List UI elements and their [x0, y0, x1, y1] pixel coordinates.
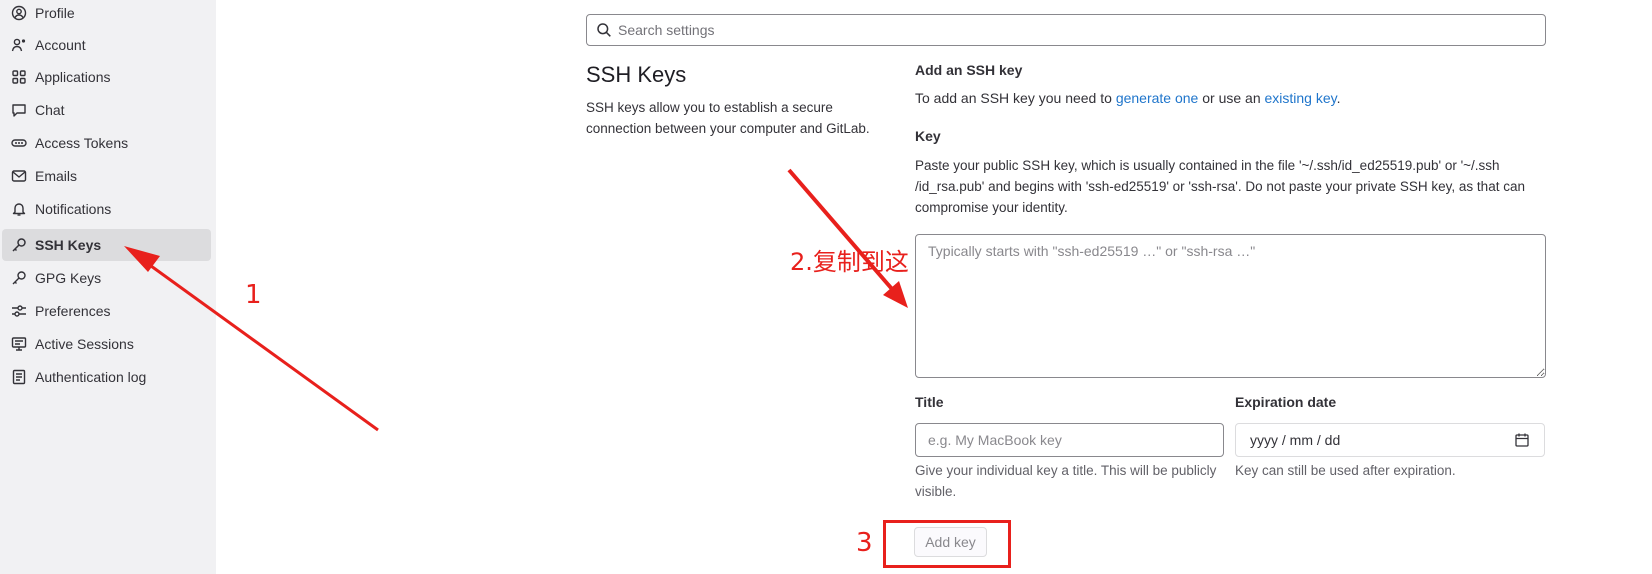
- add-text-part: To add an SSH key you need to: [915, 90, 1116, 106]
- title-help-text: Give your individual key a title. This w…: [915, 463, 1217, 499]
- monitor-icon: [11, 336, 27, 352]
- sidebar-item-applications[interactable]: Applications: [2, 61, 211, 93]
- key-label: Key: [915, 128, 941, 144]
- search-icon: [597, 23, 611, 37]
- key-textarea[interactable]: [915, 234, 1546, 378]
- bell-icon: [11, 201, 27, 217]
- title-label: Title: [915, 394, 944, 410]
- sidebar-item-profile[interactable]: Profile: [2, 0, 211, 29]
- account-icon: [11, 37, 27, 53]
- add-ssh-key-text: To add an SSH key you need to generate o…: [915, 90, 1341, 106]
- annotation-highlight-box: [883, 520, 1011, 568]
- sidebar-item-label: Chat: [35, 102, 65, 118]
- sidebar-item-active-sessions[interactable]: Active Sessions: [2, 328, 211, 360]
- sidebar-item-ssh-keys[interactable]: SSH Keys: [2, 229, 211, 261]
- calendar-icon[interactable]: [1514, 432, 1530, 448]
- sidebar-item-notifications[interactable]: Notifications: [2, 193, 211, 225]
- expiration-date-value: yyyy / mm / dd: [1250, 432, 1341, 448]
- chat-icon: [11, 102, 27, 118]
- arrow-step-2: [787, 168, 908, 308]
- expiration-label: Expiration date: [1235, 394, 1337, 410]
- sidebar-item-label: SSH Keys: [35, 237, 102, 253]
- sidebar-item-chat[interactable]: Chat: [2, 94, 211, 126]
- annotation-step-2: 2.复制到这: [790, 248, 909, 276]
- add-ssh-key-heading: Add an SSH key: [915, 62, 1023, 78]
- sidebar-item-label: Authentication log: [35, 369, 147, 385]
- sidebar-item-label: Applications: [35, 69, 111, 85]
- key-icon: [11, 237, 27, 253]
- title-input[interactable]: [915, 423, 1224, 457]
- sidebar-item-label: Active Sessions: [35, 336, 134, 352]
- sidebar-item-emails[interactable]: Emails: [2, 160, 211, 192]
- section-description: SSH keys allow you to establish a secure…: [586, 100, 870, 136]
- key-icon: [11, 270, 27, 286]
- section-title: SSH Keys: [586, 62, 687, 87]
- token-icon: [11, 135, 27, 151]
- sidebar-item-label: GPG Keys: [35, 270, 102, 286]
- search-input[interactable]: [618, 22, 1518, 38]
- sidebar-item-label: Account: [35, 37, 86, 53]
- search-settings[interactable]: [586, 14, 1546, 46]
- sidebar-item-preferences[interactable]: Preferences: [2, 295, 211, 327]
- log-icon: [11, 369, 27, 385]
- key-help-text: Paste your public SSH key, which is usua…: [915, 158, 1525, 215]
- annotation-step-3: 3: [856, 528, 873, 558]
- expiration-date-input[interactable]: yyyy / mm / dd: [1235, 423, 1545, 457]
- generate-one-link[interactable]: generate one: [1116, 90, 1199, 106]
- preferences-icon: [11, 303, 27, 319]
- expiration-help-text: Key can still be used after expiration.: [1235, 463, 1456, 478]
- sidebar-item-label: Profile: [35, 5, 75, 21]
- sidebar-item-label: Preferences: [35, 303, 111, 319]
- sidebar-item-label: Notifications: [35, 201, 112, 217]
- existing-key-link[interactable]: existing key: [1265, 90, 1337, 106]
- applications-icon: [11, 69, 27, 85]
- sidebar-item-label: Access Tokens: [35, 135, 129, 151]
- sidebar-item-account[interactable]: Account: [2, 29, 211, 61]
- sidebar-item-label: Emails: [35, 168, 78, 184]
- add-text-part: .: [1336, 90, 1341, 106]
- sidebar-item-gpg-keys[interactable]: GPG Keys: [2, 262, 211, 294]
- mail-icon: [11, 168, 27, 184]
- profile-icon: [11, 5, 27, 21]
- sidebar-item-access-tokens[interactable]: Access Tokens: [2, 127, 211, 159]
- annotation-step-1: 1: [245, 280, 262, 310]
- sidebar-item-authentication-log[interactable]: Authentication log: [2, 361, 211, 393]
- settings-sidebar: Profile Account Applications Chat Access…: [0, 0, 216, 574]
- add-text-part: or use an: [1198, 90, 1265, 106]
